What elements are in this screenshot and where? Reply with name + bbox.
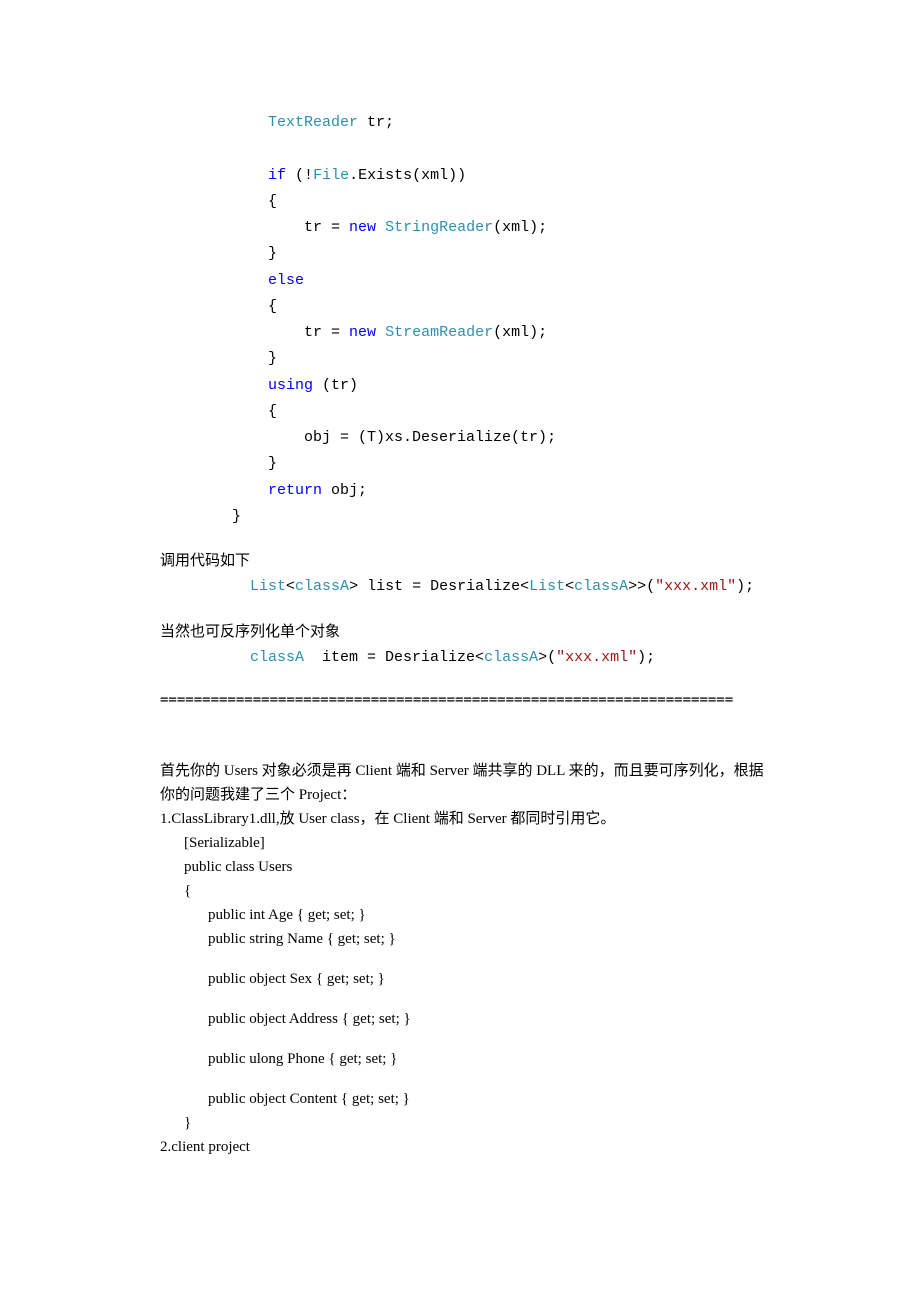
separator-line: ========================================… [160, 689, 765, 711]
code-line: tr = new StringReader(xml); [160, 219, 547, 236]
code-block-deserialize: TextReader tr; if (!File.Exists(xml)) { … [160, 110, 765, 530]
code-line: public class Users [160, 855, 765, 879]
code-line: public int Age { get; set; } [160, 903, 765, 927]
code-line: public string Name { get; set; } [160, 927, 765, 951]
code-line: public object Address { get; set; } [160, 1007, 765, 1031]
code-line: else [160, 272, 304, 289]
code-line: { [160, 879, 765, 903]
code-line: } [160, 1111, 765, 1135]
code-line: if (!File.Exists(xml)) [160, 167, 466, 184]
paragraph: 首先你的 Users 对象必须是再 Client 端和 Server 端共享的 … [160, 759, 765, 807]
call-example-1: List<classA> list = Desrialize<List<clas… [160, 574, 765, 600]
code-line: [Serializable] [160, 831, 765, 855]
code-line: using (tr) [160, 377, 358, 394]
paragraph: 2.client project [160, 1135, 765, 1159]
paragraph: 1.ClassLibrary1.dll,放 User class，在 Clien… [160, 807, 765, 831]
code-line: } [160, 455, 277, 472]
code-line: { [160, 298, 277, 315]
code-line: obj = (T)xs.Deserialize(tr); [160, 429, 556, 446]
code-line: public object Content { get; set; } [160, 1087, 765, 1111]
code-line: } [160, 350, 277, 367]
call-example-2-label: 当然也可反序列化单个对象 [160, 619, 765, 645]
code-line [160, 140, 169, 157]
document-page: TextReader tr; if (!File.Exists(xml)) { … [0, 0, 920, 1239]
call-example-1-label: 调用代码如下 [160, 548, 765, 574]
code-line: } [160, 508, 241, 525]
code-line: TextReader tr; [160, 114, 394, 131]
code-line: public ulong Phone { get; set; } [160, 1047, 765, 1071]
code-line: public object Sex { get; set; } [160, 967, 765, 991]
code-line: } [160, 245, 277, 262]
code-line: { [160, 403, 277, 420]
code-line: return obj; [160, 482, 367, 499]
call-example-2: classA item = Desrialize<classA>("xxx.xm… [160, 645, 765, 671]
prose-block: 首先你的 Users 对象必须是再 Client 端和 Server 端共享的 … [160, 759, 765, 1159]
code-line: tr = new StreamReader(xml); [160, 324, 547, 341]
code-line: { [160, 193, 277, 210]
